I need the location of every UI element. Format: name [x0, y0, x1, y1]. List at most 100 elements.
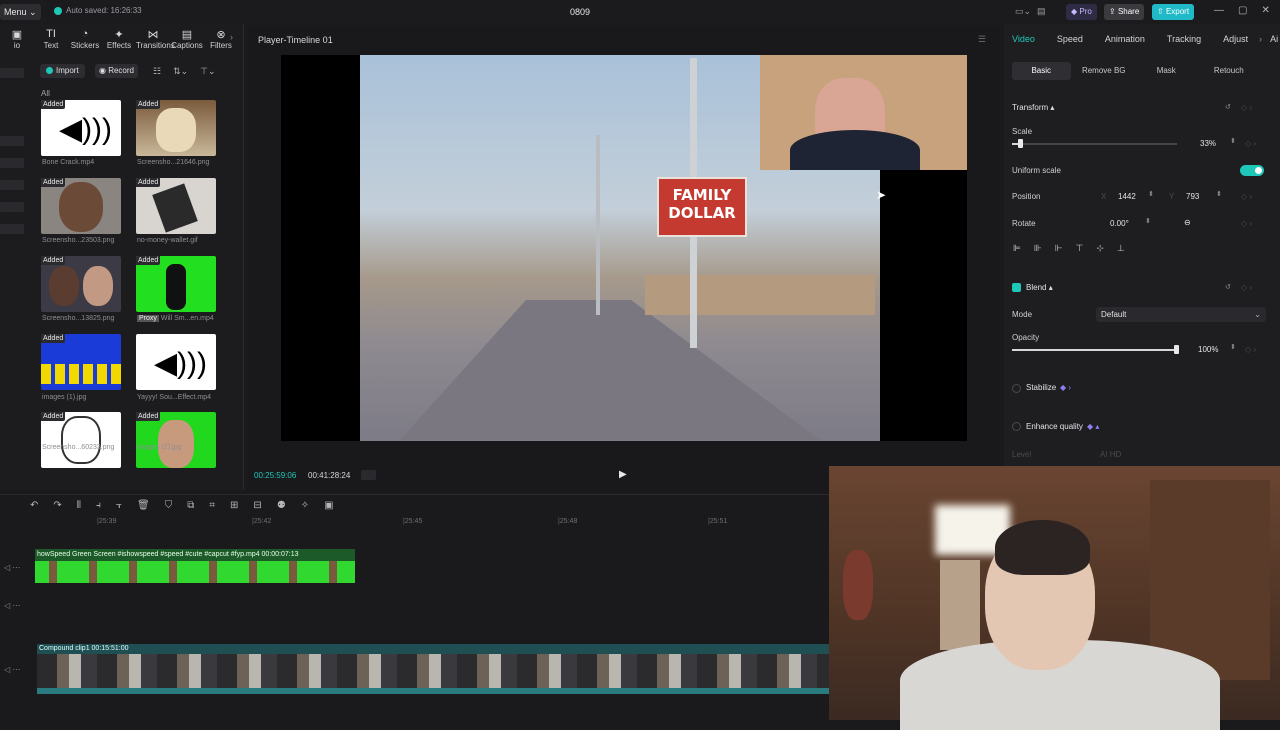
- mirror-icon[interactable]: ⊟: [253, 500, 261, 511]
- tab-captions[interactable]: ▤ Captions: [170, 28, 204, 50]
- pos-y-value[interactable]: 793: [1186, 192, 1199, 201]
- stepper-icon[interactable]: ⬍: [1230, 343, 1236, 351]
- tab-transitions[interactable]: ⋈ Transitions: [136, 28, 175, 50]
- sort-icon[interactable]: ⇅⌄: [173, 66, 188, 77]
- keyframe-icon[interactable]: ◇ ›: [1241, 283, 1252, 292]
- crop-icon[interactable]: ⧉: [187, 500, 194, 511]
- chevron-right-icon[interactable]: ›: [230, 32, 233, 42]
- sidebar-item[interactable]: [0, 68, 24, 78]
- reset-icon[interactable]: ↺: [1225, 283, 1231, 291]
- tab-text[interactable]: TI Text: [34, 28, 68, 50]
- undo-icon[interactable]: ↶: [30, 500, 38, 511]
- tab-speed[interactable]: Speed: [1057, 34, 1083, 44]
- media-item[interactable]: Added: [41, 412, 121, 468]
- shortcuts-icon[interactable]: ▤: [1037, 6, 1046, 17]
- stepper-icon[interactable]: ⬍: [1145, 217, 1151, 225]
- timecode-toggle[interactable]: [361, 470, 376, 480]
- export-button[interactable]: ⇧ Export: [1152, 4, 1195, 20]
- stabilize-checkbox[interactable]: [1012, 384, 1021, 393]
- transform-section-title[interactable]: Transform ▴: [1012, 103, 1054, 112]
- chevron-right-icon[interactable]: ›: [1259, 34, 1262, 44]
- track-audio-icon[interactable]: ◁ ⋯: [4, 601, 20, 610]
- opacity-value[interactable]: 100%: [1198, 345, 1218, 354]
- sidebar-item[interactable]: [0, 180, 24, 190]
- rotate-value[interactable]: 0.00°: [1110, 219, 1129, 228]
- tab-stickers[interactable]: ◔ Stickers: [68, 28, 102, 50]
- menu-icon[interactable]: ☰: [978, 34, 986, 45]
- layout-icon[interactable]: ▭⌄: [1015, 6, 1031, 17]
- media-item[interactable]: Added: [41, 178, 121, 234]
- auto-reframe-icon[interactable]: ⌗: [209, 500, 215, 511]
- media-item[interactable]: Added: [136, 412, 216, 468]
- opacity-slider-handle[interactable]: [1174, 345, 1179, 354]
- keyframe-icon[interactable]: ◇ ›: [1241, 192, 1252, 201]
- subtab-remove-bg[interactable]: Remove BG: [1075, 62, 1134, 80]
- stepper-icon[interactable]: ⬍: [1230, 137, 1236, 145]
- enhance-quality-label[interactable]: Enhance quality: [1026, 422, 1083, 431]
- align-top-icon[interactable]: ⊤: [1076, 243, 1084, 254]
- rotate-dial-icon[interactable]: ⊖: [1184, 218, 1191, 227]
- scale-slider[interactable]: [1012, 143, 1177, 145]
- share-button[interactable]: ⇪ Share: [1104, 4, 1145, 20]
- tab-animation[interactable]: Animation: [1105, 34, 1145, 44]
- tab-ai[interactable]: Ai: [1270, 34, 1278, 44]
- stepper-icon[interactable]: ⬍: [1216, 190, 1222, 198]
- media-item[interactable]: ◀))) Added: [41, 100, 121, 156]
- grid-view-icon[interactable]: ☷: [153, 66, 161, 77]
- scale-slider-handle[interactable]: [1018, 139, 1024, 148]
- reset-icon[interactable]: ↺: [1225, 103, 1231, 111]
- magic-icon[interactable]: ✧: [301, 500, 309, 511]
- blend-checkbox[interactable]: [1012, 283, 1021, 292]
- pos-x-value[interactable]: 1442: [1118, 192, 1136, 201]
- import-button[interactable]: Import: [40, 64, 85, 78]
- media-item[interactable]: Added: [41, 334, 121, 390]
- maximize-icon[interactable]: ▢: [1238, 5, 1247, 16]
- split-left-icon[interactable]: ⫞: [96, 500, 101, 511]
- track-audio-icon[interactable]: ◁ ⋯: [4, 563, 20, 572]
- media-item[interactable]: Added: [41, 256, 121, 312]
- menu-button[interactable]: Menu ⌄: [0, 4, 41, 20]
- delete-icon[interactable]: 🗑: [137, 500, 150, 511]
- tab-effects[interactable]: ✦ Effects: [102, 28, 136, 50]
- split-right-icon[interactable]: ⫟: [116, 500, 122, 511]
- sidebar-item[interactable]: [0, 224, 24, 234]
- tab-media[interactable]: ▣ io: [0, 28, 34, 50]
- subtab-basic[interactable]: Basic: [1012, 62, 1071, 80]
- split-icon[interactable]: ⫴: [77, 500, 81, 511]
- align-bottom-icon[interactable]: ⊥: [1117, 243, 1125, 254]
- align-middle-icon[interactable]: ⊹: [1096, 243, 1104, 254]
- blend-mode-select[interactable]: Default ⌄: [1096, 307, 1266, 322]
- uniform-scale-toggle[interactable]: [1240, 165, 1264, 176]
- media-item[interactable]: Added: [136, 256, 216, 312]
- record-button[interactable]: ◉ Record: [95, 64, 138, 78]
- tab-tracking[interactable]: Tracking: [1167, 34, 1201, 44]
- sidebar-item[interactable]: [0, 158, 24, 168]
- filter-icon[interactable]: ⊤⌄: [200, 66, 215, 77]
- track-audio-icon[interactable]: ◁ ⋯: [4, 665, 20, 674]
- tab-video[interactable]: Video: [1012, 34, 1035, 44]
- keyframe-icon[interactable]: ◇ ›: [1241, 103, 1252, 112]
- resize-icon[interactable]: ▣: [324, 500, 333, 511]
- tab-adjust[interactable]: Adjust: [1223, 34, 1248, 44]
- mask-icon[interactable]: ⚉: [277, 500, 286, 511]
- subtab-mask[interactable]: Mask: [1137, 62, 1196, 80]
- media-item[interactable]: Added: [136, 178, 216, 234]
- enhance-checkbox[interactable]: [1012, 422, 1021, 431]
- align-left-icon[interactable]: ⊫: [1013, 243, 1021, 254]
- align-center-icon[interactable]: ⊪: [1034, 243, 1042, 254]
- minimize-icon[interactable]: —: [1214, 5, 1224, 16]
- keyframe-icon[interactable]: ◇ ›: [1241, 219, 1252, 228]
- blend-section-title[interactable]: Blend ▴: [1026, 283, 1053, 292]
- keyframe-icon[interactable]: ◇ ›: [1245, 345, 1256, 354]
- scale-value[interactable]: 33%: [1200, 139, 1216, 148]
- close-icon[interactable]: ✕: [1261, 5, 1269, 16]
- media-item[interactable]: Added: [136, 100, 216, 156]
- keyframe-icon[interactable]: ◇ ›: [1245, 139, 1256, 148]
- freeze-icon[interactable]: ⊞: [230, 500, 238, 511]
- stepper-icon[interactable]: ⬍: [1148, 190, 1154, 198]
- stabilize-label[interactable]: Stabilize: [1026, 383, 1056, 392]
- shield-icon[interactable]: ⛉: [165, 500, 173, 511]
- pro-button[interactable]: ◆ Pro: [1066, 4, 1097, 20]
- align-right-icon[interactable]: ⊩: [1055, 243, 1063, 254]
- sidebar-item[interactable]: [0, 136, 24, 146]
